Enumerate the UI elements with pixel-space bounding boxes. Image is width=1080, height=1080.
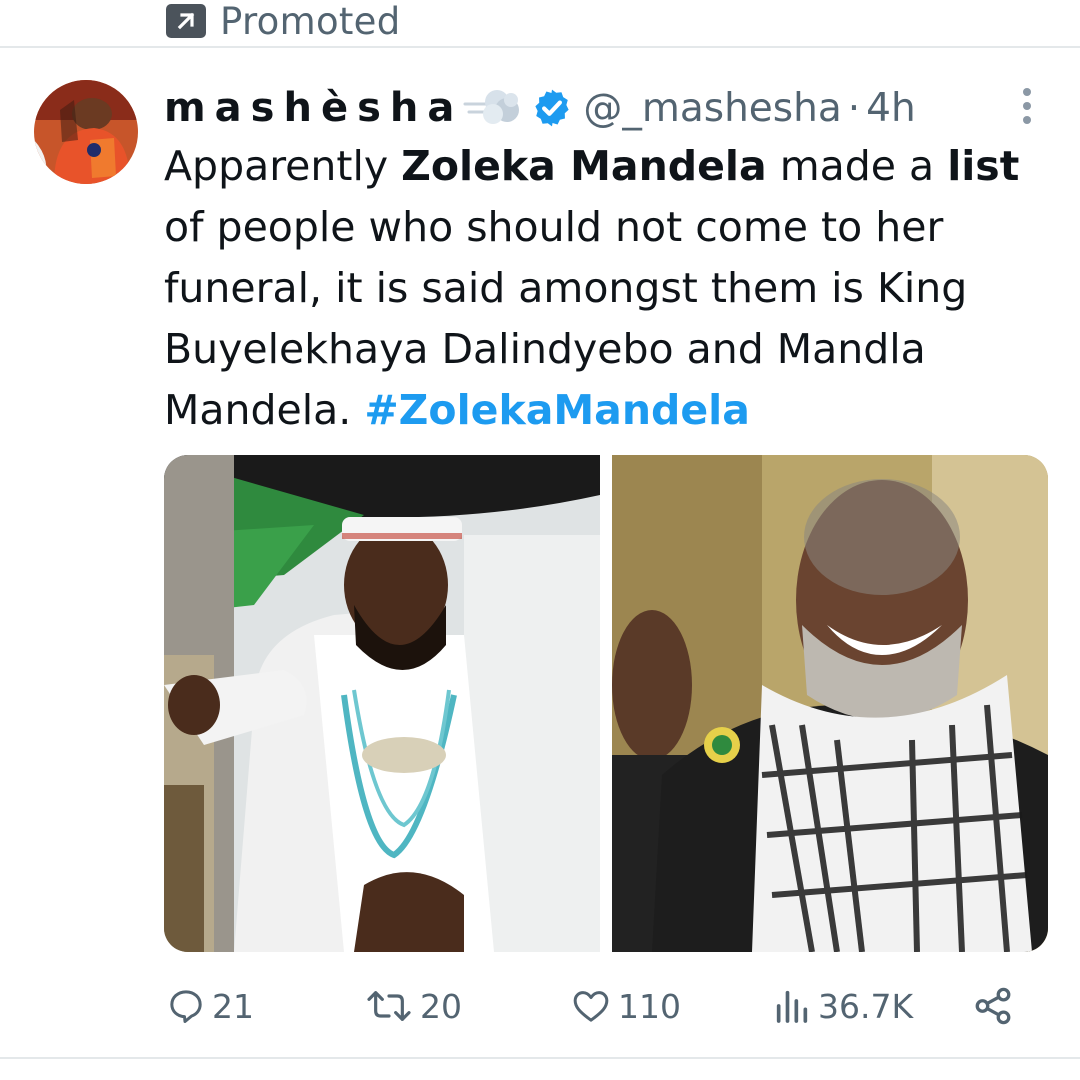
views-icon — [772, 986, 812, 1026]
views-count: 36.7K — [818, 986, 914, 1026]
timestamp[interactable]: 4h — [866, 86, 916, 131]
tweet-actions: 21 20 110 36.7K — [166, 980, 1016, 1032]
bold-word-list: list — [947, 142, 1020, 190]
like-icon — [570, 986, 612, 1026]
user-handle[interactable]: @_mashesha — [583, 86, 841, 131]
top-divider — [0, 46, 1080, 48]
like-count: 110 — [618, 986, 681, 1026]
share-button[interactable] — [972, 980, 1014, 1032]
text-segment: made a — [766, 142, 948, 190]
like-button[interactable]: 110 — [570, 980, 681, 1032]
retweet-icon — [364, 986, 414, 1026]
promoted-label-row: Promoted — [166, 0, 401, 43]
hashtag-link[interactable]: #ZolekaMandela — [364, 386, 750, 434]
header-separator: · — [847, 85, 861, 131]
views-button[interactable]: 36.7K — [772, 980, 913, 1032]
reply-count: 21 — [212, 986, 254, 1026]
more-options-icon[interactable] — [1012, 86, 1042, 126]
retweet-button[interactable]: 20 — [364, 980, 462, 1032]
reply-icon — [166, 986, 206, 1026]
verified-badge-icon[interactable] — [531, 87, 573, 129]
avatar[interactable] — [34, 80, 138, 184]
promoted-arrow-icon — [166, 4, 206, 38]
promoted-label: Promoted — [220, 0, 401, 43]
tweet-text: Apparently Zoleka Mandela made a list of… — [164, 136, 1044, 441]
tweet-header: mashèsha @_mashesha · 4h — [164, 80, 916, 136]
dash-emoji-icon — [463, 84, 521, 132]
media-grid — [164, 455, 1048, 952]
retweet-count: 20 — [420, 986, 462, 1026]
display-name[interactable]: mashèsha — [164, 85, 463, 131]
bottom-divider — [0, 1057, 1080, 1059]
photo-mandla-mandela[interactable] — [612, 455, 1048, 952]
share-icon — [972, 985, 1014, 1027]
reply-button[interactable]: 21 — [166, 980, 254, 1032]
bold-name-zoleka: Zoleka Mandela — [401, 142, 767, 190]
text-segment: Apparently — [164, 142, 402, 190]
photo-king-dalindyebo[interactable] — [164, 455, 600, 952]
